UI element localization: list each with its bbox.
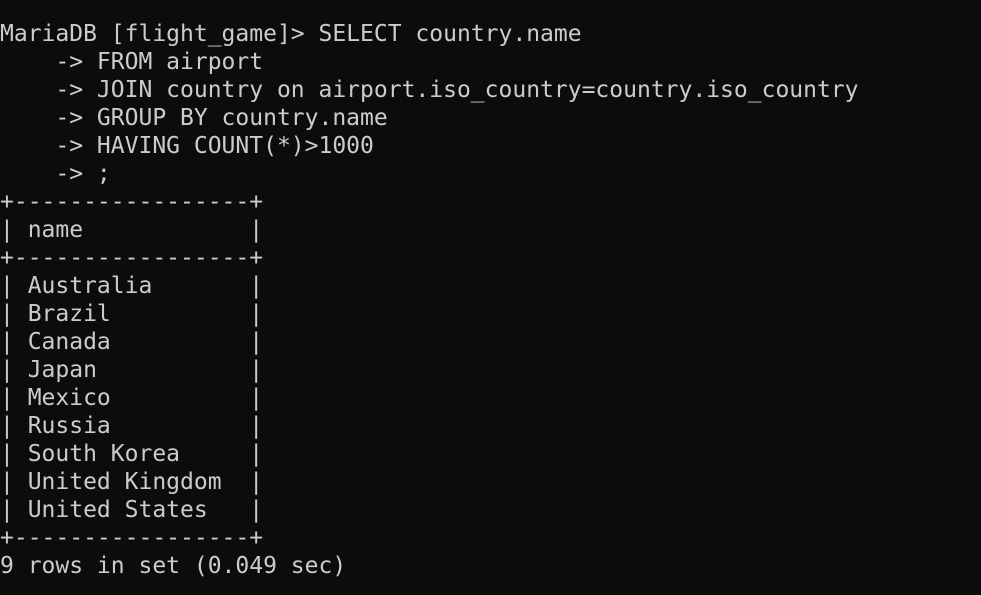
table-row: | South Korea | <box>0 441 264 467</box>
result-summary: 9 rows in set (0.049 sec) <box>0 553 347 579</box>
table-row: | United States | <box>0 497 264 523</box>
table-row: | Australia | <box>0 273 264 299</box>
table-header: | name | <box>0 217 264 243</box>
table-row: | Brazil | <box>0 301 264 327</box>
table-row: | Mexico | <box>0 385 264 411</box>
table-border-top: +-----------------+ <box>0 189 264 215</box>
table-row: | Canada | <box>0 329 264 355</box>
query-continuation-line: -> GROUP BY country.name <box>0 105 388 131</box>
query-continuation-line: -> HAVING COUNT(*)>1000 <box>0 133 374 159</box>
prompt: MariaDB [flight_game]> <box>0 21 319 47</box>
table-border-middle: +-----------------+ <box>0 245 264 271</box>
query-text: SELECT country.name <box>318 21 582 47</box>
table-row: | United Kingdom | <box>0 469 264 495</box>
query-continuation-line: -> ; <box>0 161 111 187</box>
table-row: | Russia | <box>0 413 264 439</box>
terminal-window[interactable]: MariaDB [flight_game]> SELECT country.na… <box>0 20 981 595</box>
table-border-bottom: +-----------------+ <box>0 525 264 551</box>
query-continuation-line: -> JOIN country on airport.iso_country=c… <box>0 77 859 103</box>
table-row: | Japan | <box>0 357 264 383</box>
command-line: MariaDB [flight_game]> SELECT country.na… <box>0 20 981 48</box>
query-continuation-line: -> FROM airport <box>0 49 264 75</box>
